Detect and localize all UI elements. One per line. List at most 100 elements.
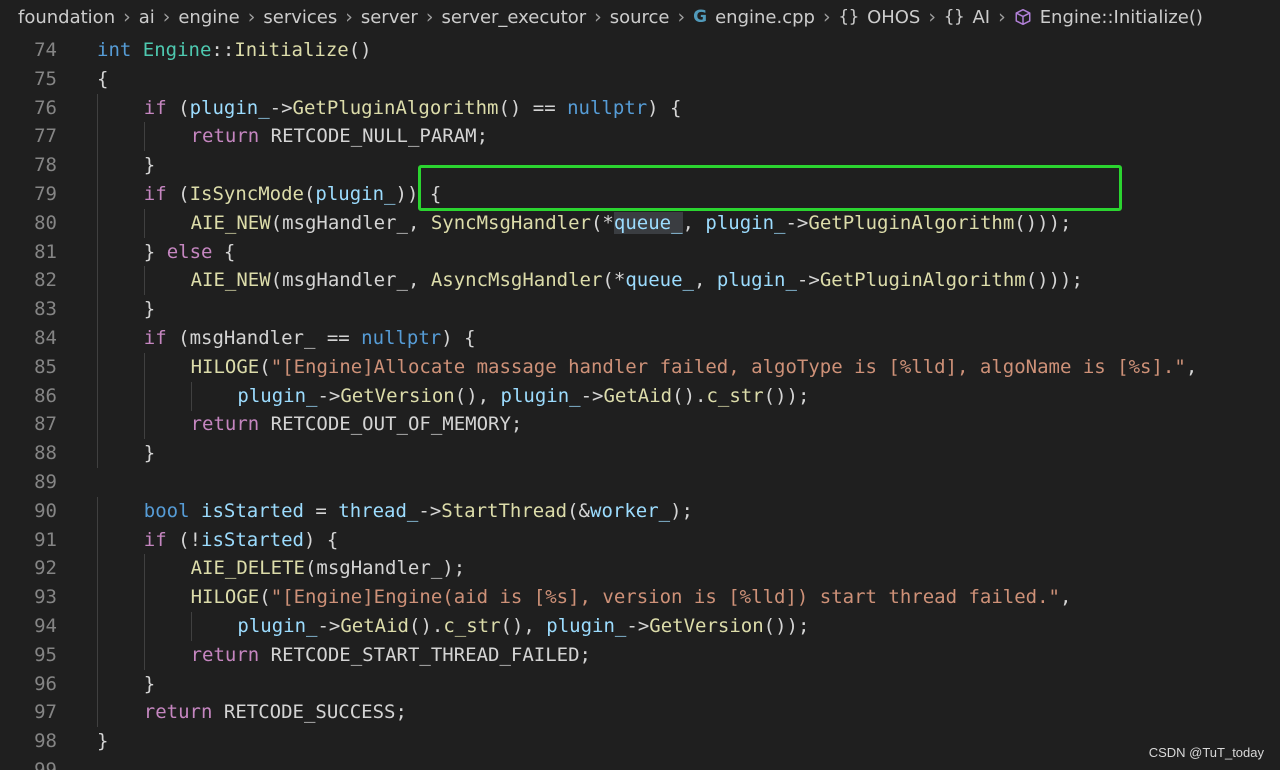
- code-token: plugin_: [705, 211, 786, 234]
- code-token: (: [166, 96, 190, 119]
- line-number: 86: [34, 384, 57, 407]
- code-text: if (IsSyncMode(plugin_)) {: [144, 180, 441, 209]
- code-line: 93 HILOGE("[Engine]Engine(aid is [%s], ve…: [0, 583, 1280, 613]
- code-token: Engine: [142, 39, 212, 61]
- code-token: plugin_: [716, 269, 797, 292]
- code-text: if (!isStarted) {: [144, 526, 339, 555]
- code-token: c_str: [443, 615, 501, 637]
- line-number: 90: [34, 499, 57, 522]
- chevron-right-icon: ›: [247, 6, 256, 28]
- code-token: isStarted: [201, 528, 304, 551]
- code-token: HILOGE: [190, 586, 260, 609]
- breadcrumb-item[interactable]: OHOS: [867, 7, 920, 28]
- code-text: HILOGE("[Engine]Allocate massage handler…: [191, 353, 1198, 382]
- code-token: =: [303, 499, 339, 522]
- line-number: 92: [34, 557, 57, 580]
- code-token: ) {: [441, 327, 476, 349]
- breadcrumb-item[interactable]: foundation: [18, 7, 115, 28]
- code-token: GetAid: [340, 615, 409, 637]
- code-text: }: [144, 151, 155, 180]
- code-token: (msgHandler_);: [304, 557, 466, 580]
- code-token: RETCODE_NULL_PARAM;: [259, 125, 489, 148]
- indent-guide: [97, 381, 98, 411]
- code-line: 82 AIE_NEW(msgHandler_, AsyncMsgHandler(*…: [0, 266, 1280, 296]
- chevron-right-icon: ›: [425, 6, 434, 28]
- code-token: (),: [454, 384, 501, 407]
- breadcrumb-item[interactable]: AI: [972, 7, 990, 28]
- code-token: plugin_: [237, 384, 318, 407]
- indent-guide: [143, 554, 145, 584]
- line-number: 78: [34, 154, 57, 177]
- breadcrumb-item[interactable]: engine.cpp: [715, 7, 815, 28]
- line-number: 85: [34, 355, 57, 378]
- breadcrumb-item[interactable]: Engine::Initialize(): [1040, 7, 1203, 28]
- code-token: ()));: [1025, 269, 1083, 292]
- code-token: if: [143, 96, 167, 119]
- indent-guide: [97, 352, 98, 382]
- code-token: SyncMsgHandler: [430, 211, 591, 234]
- code-line: 81} else {: [0, 237, 1280, 267]
- code-token: plugin_: [237, 615, 318, 637]
- code-token: AIE_NEW: [190, 211, 271, 234]
- code-line: 77 return RETCODE_NULL_PARAM;: [0, 122, 1280, 152]
- code-token: }: [143, 298, 156, 321]
- code-token: IsSyncMode: [189, 183, 304, 205]
- code-text: bool isStarted = thread_->StartThread(&w…: [144, 497, 693, 526]
- line-number: 77: [34, 125, 57, 148]
- code-line: 97 return RETCODE_SUCCESS;: [0, 698, 1280, 728]
- code-token: ->: [317, 384, 341, 407]
- code-token: }: [143, 240, 167, 263]
- code-token: (msgHandler_,: [270, 211, 431, 234]
- chevron-right-icon: ›: [928, 6, 936, 28]
- code-token: (: [259, 355, 271, 378]
- code-token: ());: [763, 615, 810, 637]
- chevron-right-icon: ›: [822, 6, 831, 28]
- code-token: RETCODE_OUT_OF_MEMORY;: [259, 413, 523, 436]
- indent-guide: [97, 410, 98, 440]
- indent-guide: [190, 612, 192, 641]
- indent-guide: [97, 612, 98, 641]
- code-text: }: [144, 295, 155, 324]
- code-text: return RETCODE_OUT_OF_MEMORY;: [191, 410, 523, 439]
- line-number: 88: [34, 442, 57, 465]
- code-token: queue_: [613, 211, 683, 234]
- code-text: }: [144, 439, 155, 468]
- code-line: 86 plugin_->GetVersion(), plugin_->GetAid…: [0, 381, 1280, 411]
- code-text: return RETCODE_NULL_PARAM;: [191, 122, 488, 151]
- namespace-icon: {}: [943, 7, 965, 27]
- indent-guide: [97, 439, 98, 469]
- indent-guide: [97, 496, 98, 526]
- code-token: }: [143, 672, 156, 695]
- chevron-right-icon: ›: [677, 6, 686, 28]
- line-number: 99: [34, 759, 57, 770]
- code-text: } else {: [144, 238, 236, 267]
- code-token: ().: [672, 384, 707, 407]
- code-token: (msgHandler_,: [270, 269, 431, 292]
- breadcrumb-item[interactable]: engine: [178, 7, 239, 28]
- chevron-right-icon: ›: [594, 6, 602, 28]
- code-token: nullptr: [361, 327, 442, 349]
- breadcrumb-item[interactable]: server_executor: [441, 7, 586, 28]
- breadcrumb-item[interactable]: server: [361, 7, 418, 28]
- code-token: (): [348, 39, 372, 61]
- code-token: }: [143, 442, 156, 465]
- chevron-right-icon: ›: [123, 6, 131, 28]
- breadcrumb-item[interactable]: services: [263, 7, 337, 28]
- chevron-right-icon: ›: [998, 6, 1006, 28]
- code-text: {: [97, 65, 108, 94]
- code-token: ().: [409, 615, 444, 637]
- code-text: if (plugin_->GetPluginAlgorithm() == nul…: [144, 94, 682, 123]
- code-editor[interactable]: 74 int Engine::Initialize() 75{76 if (plugi…: [0, 34, 1280, 770]
- chevron-right-icon: ›: [345, 6, 353, 28]
- breadcrumb-item[interactable]: source: [610, 7, 670, 28]
- code-token: (: [166, 183, 190, 205]
- code-token: () ==: [498, 96, 568, 119]
- indent-guide: [143, 381, 145, 411]
- method-icon: [1014, 8, 1032, 26]
- code-line: 94 plugin_->GetAid().c_str(), plugin_->Ge…: [0, 612, 1280, 641]
- code-line: 74 int Engine::Initialize(): [0, 36, 1280, 65]
- code-line: 88}: [0, 439, 1280, 469]
- code-line: 98}: [0, 727, 1280, 756]
- indent-guide: [143, 612, 145, 641]
- breadcrumb-item[interactable]: ai: [139, 7, 155, 28]
